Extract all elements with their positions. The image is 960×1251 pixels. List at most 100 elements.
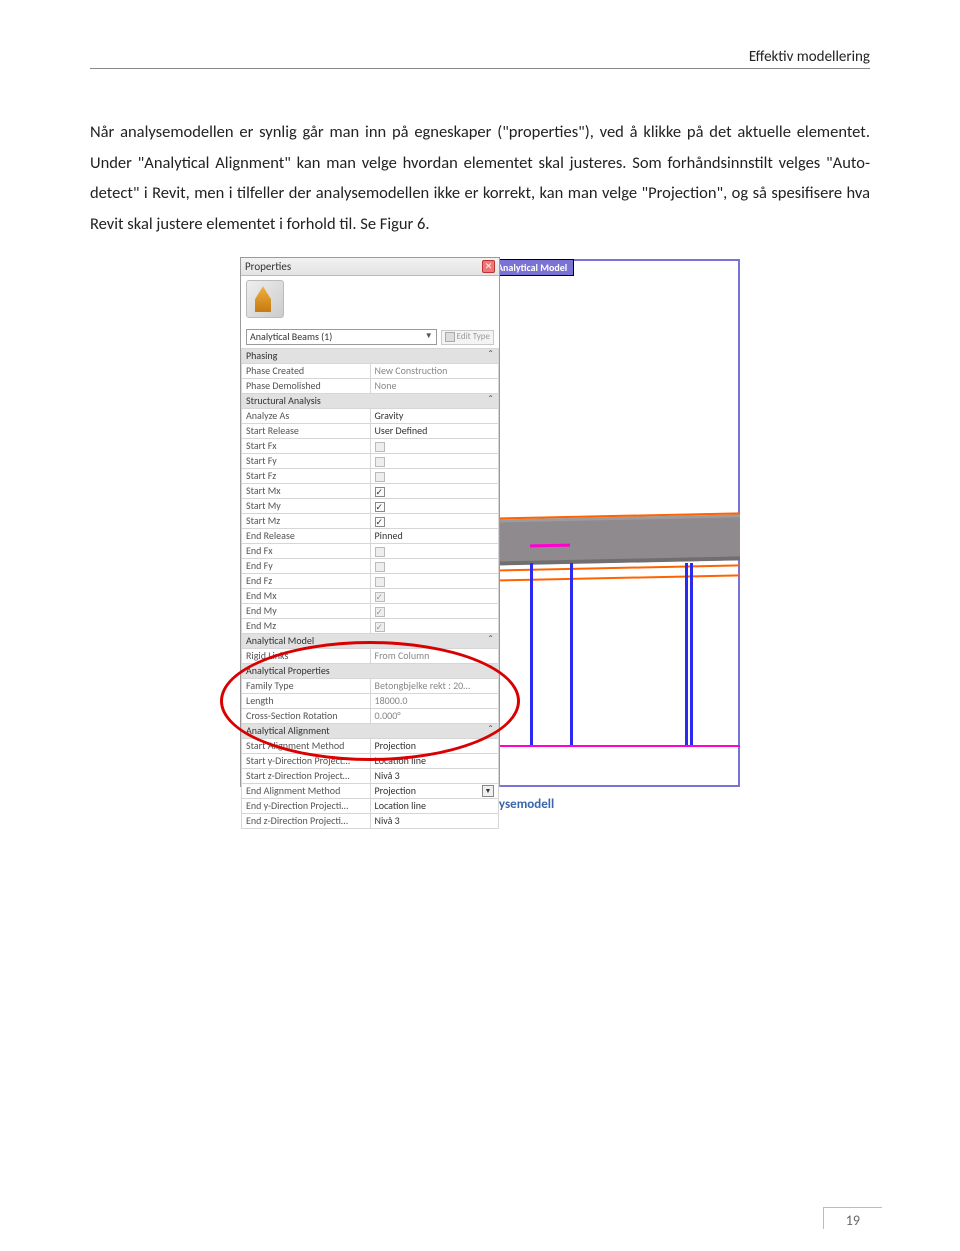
property-value[interactable]: 18000.0 [370,694,499,709]
type-selector-row: Analytical Beams (1) ▼ Edit Type [241,326,499,348]
property-label: End Release [242,529,371,544]
close-icon[interactable]: ✕ [482,260,495,273]
checkbox-icon[interactable] [375,517,385,527]
page-number: 19 [823,1207,882,1229]
property-row: End y-Direction Projecti…Location line [242,799,499,814]
column-line [570,563,573,747]
checkbox-icon[interactable] [375,487,385,497]
section-header[interactable]: Analytical Alignment⌃ [242,724,499,739]
revit-screenshot: Analytical Model Properties ✕ [240,257,740,787]
property-label: Start Release [242,424,371,439]
property-row: Start ReleaseUser Defined [242,424,499,439]
property-value[interactable]: 0.000° [370,709,499,724]
property-value[interactable]: Nivå 3 [370,769,499,784]
property-row: Family TypeBetongbjelke rekt : 20… [242,679,499,694]
property-value[interactable] [370,544,499,559]
property-value[interactable]: Betongbjelke rekt : 20… [370,679,499,694]
property-row: End My [242,604,499,619]
type-selector[interactable]: Analytical Beams (1) ▼ [246,329,437,345]
property-value[interactable]: From Column [370,649,499,664]
property-row: End Fx [242,544,499,559]
checkbox-icon[interactable] [375,457,385,467]
section-header[interactable]: Analytical Model⌃ [242,634,499,649]
property-label: End Alignment Method [242,784,371,799]
property-row: Start Mx [242,484,499,499]
property-value[interactable]: Pinned [370,529,499,544]
property-value[interactable] [370,574,499,589]
property-label: End Mx [242,589,371,604]
chevron-down-icon: ▼ [425,332,433,342]
property-value[interactable] [370,454,499,469]
property-label: Start Mx [242,484,371,499]
property-label: Start Mz [242,514,371,529]
property-value[interactable]: Projection [370,739,499,754]
property-value[interactable] [370,559,499,574]
property-row: End z-Direction Projecti…Nivå 3 [242,814,499,829]
page-header: Effektiv modellering [90,48,870,66]
property-value[interactable]: Projection▼ [370,784,499,799]
property-value[interactable] [370,484,499,499]
type-thumbnail-icon [246,280,284,318]
checkbox-icon[interactable] [375,622,385,632]
property-row: Start z-Direction Project…Nivå 3 [242,769,499,784]
column-line [530,563,533,747]
level-line [490,745,740,747]
property-value[interactable] [370,469,499,484]
property-label: Start Fx [242,439,371,454]
property-label: Start My [242,499,371,514]
property-label: Start Fy [242,454,371,469]
section-header[interactable]: Phasing⌃ [242,349,499,364]
property-row: End Fy [242,559,499,574]
column-line [690,563,693,747]
property-row: End Alignment MethodProjection▼ [242,784,499,799]
type-thumbnail-row [241,276,499,326]
checkbox-icon[interactable] [375,577,385,587]
property-label: Rigid Links [242,649,371,664]
checkbox-icon[interactable] [375,502,385,512]
property-label: Phase Demolished [242,379,371,394]
property-label: Phase Created [242,364,371,379]
property-value[interactable]: New Construction [370,364,499,379]
property-value[interactable]: None [370,379,499,394]
property-label: Start y-Direction Project… [242,754,371,769]
property-label: End Fz [242,574,371,589]
property-label: End Fy [242,559,371,574]
chevron-down-icon[interactable]: ▼ [482,785,494,797]
property-value[interactable]: Location line [370,754,499,769]
palette-title: Properties [245,260,291,273]
property-value[interactable] [370,589,499,604]
property-label: End z-Direction Projecti… [242,814,371,829]
property-value[interactable]: Location line [370,799,499,814]
property-label: Start Fz [242,469,371,484]
properties-palette: Properties ✕ Analytical Beams (1) ▼ Edit… [240,257,500,787]
property-row: End Mz [242,619,499,634]
edit-type-button[interactable]: Edit Type [441,330,494,345]
property-label: End y-Direction Projecti… [242,799,371,814]
property-value[interactable] [370,604,499,619]
checkbox-icon[interactable] [375,592,385,602]
figure: Analytical Model Properties ✕ [200,257,760,812]
checkbox-icon[interactable] [375,607,385,617]
property-value[interactable] [370,439,499,454]
beam-3d [490,514,740,565]
checkbox-icon[interactable] [375,547,385,557]
property-value[interactable] [370,619,499,634]
property-label: Cross-Section Rotation [242,709,371,724]
property-value[interactable] [370,499,499,514]
property-value[interactable]: Gravity [370,409,499,424]
property-value[interactable]: Nivå 3 [370,814,499,829]
checkbox-icon[interactable] [375,562,385,572]
property-value[interactable] [370,514,499,529]
checkbox-icon[interactable] [375,472,385,482]
property-row: Phase CreatedNew Construction [242,364,499,379]
property-value[interactable]: User Defined [370,424,499,439]
property-row: Start y-Direction Project…Location line [242,754,499,769]
property-row: Length18000.0 [242,694,499,709]
section-header[interactable]: Analytical Properties⌃ [242,664,499,679]
property-label: Start z-Direction Project… [242,769,371,784]
property-label: Length [242,694,371,709]
checkbox-icon[interactable] [375,442,385,452]
property-row: Analyze AsGravity [242,409,499,424]
section-header[interactable]: Structural Analysis⌃ [242,394,499,409]
property-row: End ReleasePinned [242,529,499,544]
